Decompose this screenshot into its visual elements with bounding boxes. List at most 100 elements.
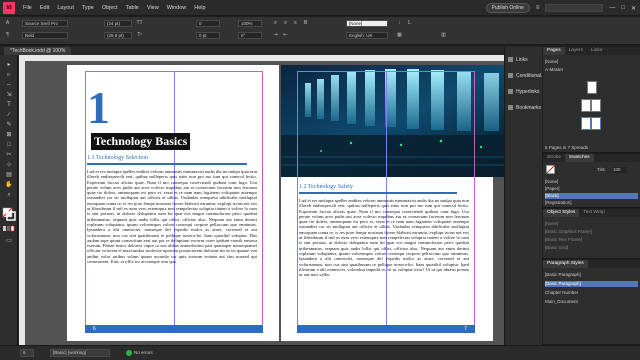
object-style-item[interactable]: [Basic Text Frame] <box>545 237 638 243</box>
gradient-tool-icon[interactable]: ▤ <box>3 171 15 180</box>
search-input[interactable] <box>545 4 604 12</box>
menu-edit[interactable]: Edit <box>40 5 49 11</box>
type-tool-icon[interactable]: T <box>3 101 15 110</box>
conditional-text-panel-button[interactable]: Conditional... <box>508 73 545 79</box>
character-mode-icon[interactable]: A <box>4 20 11 27</box>
menu-help[interactable]: Help <box>194 5 205 11</box>
menu-object[interactable]: Object <box>102 5 118 11</box>
tab-paragraph-styles[interactable]: Paragraph Styles <box>543 260 588 268</box>
swatch-registration[interactable]: [Registration] <box>545 200 638 206</box>
maximize-icon[interactable]: □ <box>621 5 625 11</box>
view-mode-icon[interactable]: ▭ <box>3 237 15 246</box>
swatch-fill-stroke-icon[interactable] <box>546 165 558 177</box>
kerning-field[interactable]: 100% <box>238 20 262 27</box>
page-thumbnail[interactable] <box>587 81 597 94</box>
right-body-text[interactable]: Lud et res molupta spelles endites velor… <box>299 198 469 320</box>
menu-window[interactable]: Window <box>167 5 187 11</box>
rectangle-frame-tool-icon[interactable]: ⊠ <box>3 131 15 140</box>
document-tab[interactable]: *TechBook.indd @ 100% <box>4 47 72 55</box>
numbering-icon[interactable]: ⒈ <box>406 20 413 27</box>
tab-layers[interactable]: Layers <box>565 47 587 55</box>
free-transform-tool-icon[interactable]: ⊹ <box>3 161 15 170</box>
menu-file[interactable]: File <box>23 5 32 11</box>
publish-online-button[interactable]: Publish Online <box>485 3 530 13</box>
right-section-heading[interactable]: 1.2 Technology Safety <box>299 184 353 190</box>
page-thumbnail[interactable] <box>581 99 591 112</box>
pen-tool-icon[interactable]: ✎ <box>3 121 15 130</box>
tab-pages[interactable]: Pages <box>543 47 565 55</box>
page-thumbnail[interactable] <box>591 99 601 112</box>
line-tool-icon[interactable]: ∕ <box>3 111 15 120</box>
skew-field[interactable]: 0° <box>238 32 262 39</box>
baseline-field[interactable]: 0 pt <box>196 32 220 39</box>
tab-object-styles[interactable]: Object Styles <box>543 209 580 217</box>
font-size-field[interactable]: (24 pt) <box>104 20 132 27</box>
object-style-item[interactable]: [Basic Grid] <box>545 245 638 251</box>
hyperlinks-panel-button[interactable]: Hyperlinks <box>508 89 539 95</box>
page-thumbnail-selected[interactable] <box>581 117 591 130</box>
bullets-icon[interactable]: ⁝ <box>396 20 403 27</box>
paragraph-mode-icon[interactable]: ¶ <box>4 32 11 39</box>
justify-icon[interactable]: ≣ <box>302 20 309 27</box>
scissors-tool-icon[interactable]: ✂ <box>3 151 15 160</box>
align-right-icon[interactable]: ≡ <box>292 20 299 27</box>
tab-links[interactable]: Links <box>587 47 606 55</box>
tab-text-wrap[interactable]: Text Wrap <box>579 209 609 217</box>
left-body-text[interactable]: Lud et res molupta spelles endites velor… <box>87 169 257 321</box>
selection-tool-icon[interactable]: ▸ <box>3 61 15 70</box>
tab-stroke[interactable]: Stroke <box>543 154 565 162</box>
menu-layout[interactable]: Layout <box>57 5 74 11</box>
font-style-field[interactable]: Bold <box>22 32 68 39</box>
apply-color-icon[interactable] <box>3 225 15 233</box>
paragraph-style-field[interactable]: [None] <box>346 20 388 27</box>
page-number-field[interactable]: 6 <box>20 349 34 357</box>
section-heading[interactable]: 1.1 Technology Selection <box>87 155 148 161</box>
language-field[interactable]: English: UK <box>346 32 388 39</box>
small-caps-icon[interactable]: Tᵗ <box>136 32 143 39</box>
tab-swatches[interactable]: Swatches <box>564 154 594 162</box>
preflight-status[interactable]: No errors <box>134 350 153 355</box>
align-center-icon[interactable]: ≡ <box>282 20 289 27</box>
object-style-item[interactable]: [Basic Graphics Frame] <box>545 229 638 235</box>
swatch-black[interactable]: [Black] <box>545 193 638 199</box>
close-icon[interactable]: ✕ <box>631 5 636 12</box>
menu-table[interactable]: Table <box>126 5 139 11</box>
menu-type[interactable]: Type <box>82 5 94 11</box>
indent-right-icon[interactable]: ⇤ <box>282 32 289 39</box>
direct-selection-tool-icon[interactable]: ▹ <box>3 71 15 80</box>
right-page[interactable]: 1.2 Technology Safety Lud et res molupta… <box>281 65 511 341</box>
menu-view[interactable]: View <box>147 5 159 11</box>
tint-field[interactable]: 100 <box>613 167 627 173</box>
swatch-paper[interactable]: [Paper] <box>545 186 638 192</box>
swatch-none[interactable]: [None] <box>545 179 638 185</box>
minimize-icon[interactable]: — <box>609 5 615 11</box>
bookmarks-panel-button[interactable]: Bookmarks <box>508 105 541 111</box>
left-page[interactable]: 1 Technology Basics 1.1 Technology Selec… <box>67 65 279 341</box>
paragraph-style-group[interactable]: Main_Document <box>545 299 638 305</box>
master-field[interactable]: [Basic] (working) <box>50 349 110 357</box>
fill-stroke-icon[interactable] <box>2 207 16 221</box>
workspace-icon[interactable]: ≡ <box>536 5 540 11</box>
leading-field[interactable]: (28.8 pt) <box>104 32 132 39</box>
a-master-row[interactable]: A-Master <box>545 67 638 73</box>
grid-align-icon[interactable]: ▦ <box>396 32 403 39</box>
chapter-title[interactable]: Technology Basics <box>91 133 191 150</box>
hand-tool-icon[interactable]: ✋ <box>3 181 15 190</box>
chapter-number[interactable]: 1 <box>87 85 110 131</box>
rectangle-tool-icon[interactable]: □ <box>3 141 15 150</box>
object-style-item[interactable]: [None] <box>545 221 638 227</box>
page-thumbnail-selected[interactable] <box>591 117 601 130</box>
indent-left-icon[interactable]: ⇥ <box>272 32 279 39</box>
align-left-icon[interactable]: ≡ <box>272 20 279 27</box>
gap-tool-icon[interactable]: ⇲ <box>3 91 15 100</box>
page-tool-icon[interactable]: ⇔ <box>3 81 15 90</box>
columns-icon[interactable]: ▥ <box>440 32 447 39</box>
links-panel-button[interactable]: Links <box>508 57 528 63</box>
paragraph-style-item-selected[interactable]: [Basic Paragraph] <box>545 281 638 287</box>
tracking-field[interactable]: 0 <box>196 20 220 27</box>
paragraph-style-item[interactable]: Chapter Number <box>545 290 638 296</box>
font-family-field[interactable]: Source Serif Pro <box>22 20 68 27</box>
all-caps-icon[interactable]: TT <box>136 20 143 27</box>
zoom-tool-icon[interactable]: ⌕ <box>3 191 15 200</box>
none-master-row[interactable]: [None] <box>545 59 638 65</box>
